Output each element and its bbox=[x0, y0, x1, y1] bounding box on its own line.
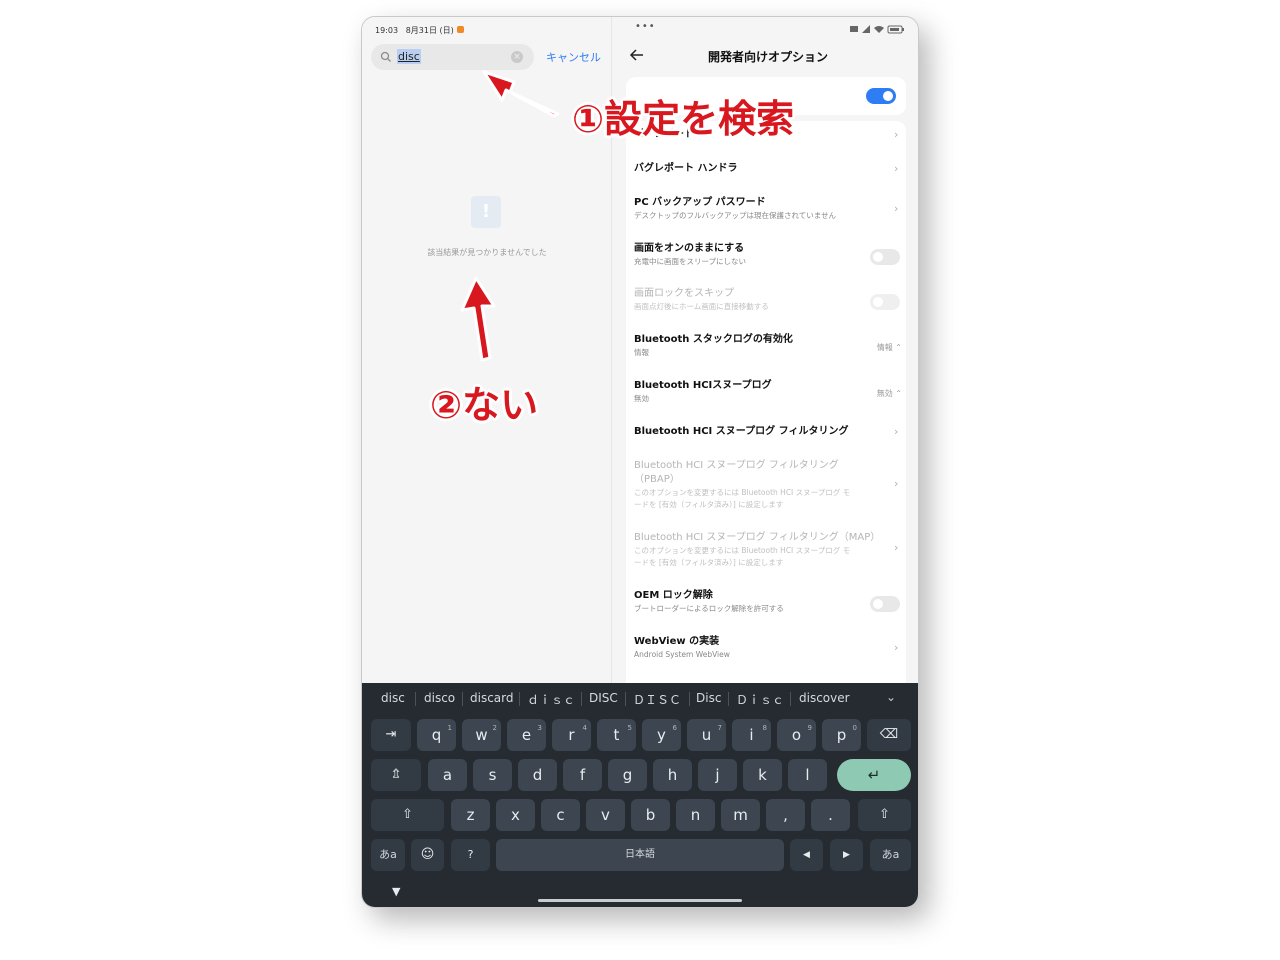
setting-hci-snoop-filtering-map: Bluetooth HCI スヌープログ フィルタリング（MAP） このオプショ… bbox=[634, 531, 902, 569]
annotation-arrow-2 bbox=[460, 276, 496, 362]
suggestion-item[interactable]: Disc bbox=[696, 691, 721, 705]
chevron-right-icon: › bbox=[894, 477, 899, 490]
key-w[interactable]: w2 bbox=[462, 719, 501, 751]
setting-stay-awake[interactable]: 画面をオンのままにする 充電中に画面をスリープにしない bbox=[634, 242, 902, 268]
search-query-text[interactable]: disc bbox=[397, 49, 421, 64]
notification-icon bbox=[457, 26, 464, 33]
key-l[interactable]: l bbox=[788, 759, 827, 791]
setting-skip-lock-screen: 画面ロックをスキップ 画面点灯後にホーム画面に直接移動する bbox=[634, 287, 902, 313]
key-o[interactable]: o9 bbox=[777, 719, 816, 751]
language-switch-key-right[interactable]: あa bbox=[870, 839, 911, 871]
key-b[interactable]: b bbox=[631, 799, 670, 831]
shift-right-key[interactable]: ⇧ bbox=[858, 799, 911, 831]
status-icons bbox=[850, 25, 904, 34]
page-title: 開発者向けオプション bbox=[707, 50, 828, 64]
chevron-right-icon: › bbox=[894, 128, 899, 141]
key-n[interactable]: n bbox=[676, 799, 715, 831]
key-j[interactable]: j bbox=[698, 759, 737, 791]
setting-bluetooth-hci-snoop[interactable]: Bluetooth HCIスヌープログ 無効 無効 ⌃ bbox=[634, 379, 902, 405]
settings-list: バグレポート › バグレポート ハンドラ › PC バックアップ パスワード デ… bbox=[626, 121, 906, 701]
key-h[interactable]: h bbox=[653, 759, 692, 791]
suggestion-item[interactable]: ＤＩＳＣ bbox=[633, 691, 681, 708]
chevron-right-icon: › bbox=[894, 162, 899, 175]
key-z[interactable]: z bbox=[451, 799, 490, 831]
chevron-right-icon: › bbox=[894, 641, 899, 654]
on-screen-keyboard: disc disco discard ｄｉｓｃ DISC ＤＩＳＣ Disc Ｄ… bbox=[362, 683, 918, 907]
key-f[interactable]: f bbox=[563, 759, 602, 791]
no-results-icon: ! bbox=[471, 196, 501, 228]
key-u[interactable]: u7 bbox=[687, 719, 726, 751]
chevron-right-icon: › bbox=[894, 425, 899, 438]
cursor-left-key[interactable]: ◀ bbox=[790, 839, 823, 871]
enter-key[interactable]: ↵ bbox=[837, 759, 911, 791]
suggestion-item[interactable]: disco bbox=[424, 691, 455, 705]
shift-left-key[interactable]: ⇧ bbox=[371, 799, 444, 831]
suggestion-bar: disc disco discard ｄｉｓｃ DISC ＤＩＳＣ Disc Ｄ… bbox=[362, 683, 918, 713]
chevron-right-icon: › bbox=[894, 541, 899, 554]
key-p[interactable]: p0 bbox=[822, 719, 861, 751]
developer-options-master-switch[interactable] bbox=[866, 88, 896, 104]
key-m[interactable]: m bbox=[721, 799, 760, 831]
chevron-right-icon: › bbox=[894, 202, 899, 215]
key-x[interactable]: x bbox=[496, 799, 535, 831]
suggestion-item[interactable]: Ｄｉｓｃ bbox=[736, 691, 784, 708]
emoji-key[interactable]: ☺ bbox=[411, 839, 444, 871]
suggestion-item[interactable]: DISC bbox=[589, 691, 618, 705]
key-comma[interactable]: , bbox=[766, 799, 805, 831]
bluetooth-stack-log-value: 情報 ⌃ bbox=[876, 343, 902, 352]
tablet-screen: 19:03 8月31日 (日) disc × キャンセル ! 該当結果が見つかり… bbox=[361, 16, 919, 908]
key-d[interactable]: d bbox=[518, 759, 557, 791]
suggestion-item[interactable]: discard bbox=[470, 691, 514, 705]
annotation-arrow-1 bbox=[482, 70, 560, 118]
setting-hci-snoop-filtering[interactable]: Bluetooth HCI スヌープログ フィルタリング › bbox=[634, 425, 902, 439]
status-time: 19:03 8月31日 (日) bbox=[375, 26, 454, 35]
shift-lock-key[interactable]: ⇬ bbox=[371, 759, 421, 791]
hide-keyboard-icon[interactable]: ▼ bbox=[392, 885, 400, 898]
setting-oem-unlock[interactable]: OEM ロック解除 ブートローダーによるロック解除を許可する bbox=[634, 589, 902, 615]
key-r[interactable]: r4 bbox=[552, 719, 591, 751]
key-s[interactable]: s bbox=[473, 759, 512, 791]
setting-webview-implementation[interactable]: WebView の実装 Android System WebView › bbox=[634, 635, 902, 661]
skip-lock-screen-switch bbox=[870, 294, 900, 310]
setting-pc-backup-password[interactable]: PC バックアップ パスワード デスクトップのフルバックアップは現在保護されてい… bbox=[634, 196, 902, 222]
stay-awake-switch[interactable] bbox=[870, 249, 900, 265]
gesture-nav-bar[interactable] bbox=[538, 899, 742, 902]
setting-bluetooth-stack-log[interactable]: Bluetooth スタックログの有効化 情報 情報 ⌃ bbox=[634, 333, 902, 359]
bluetooth-hci-snoop-value: 無効 ⌃ bbox=[876, 389, 902, 398]
cursor-right-key[interactable]: ▶ bbox=[830, 839, 863, 871]
annotation-step2: ②ない bbox=[430, 383, 539, 427]
key-v[interactable]: v bbox=[586, 799, 625, 831]
key-t[interactable]: t5 bbox=[597, 719, 636, 751]
oem-unlock-switch[interactable] bbox=[870, 596, 900, 612]
tab-key[interactable]: ⇥ bbox=[371, 719, 411, 751]
search-icon bbox=[380, 51, 391, 62]
backspace-key[interactable]: ⌫ bbox=[867, 719, 911, 751]
setting-hci-snoop-filtering-pbap: Bluetooth HCI スヌープログ フィルタリング （PBAP） このオプ… bbox=[634, 459, 902, 511]
expand-suggestions-icon[interactable]: ⌄ bbox=[886, 690, 896, 704]
more-dots-icon: ••• bbox=[635, 21, 656, 32]
language-switch-key-left[interactable]: あa bbox=[371, 839, 405, 871]
key-e[interactable]: e3 bbox=[507, 719, 546, 751]
key-k[interactable]: k bbox=[743, 759, 782, 791]
key-a[interactable]: a bbox=[428, 759, 467, 791]
key-y[interactable]: y6 bbox=[642, 719, 681, 751]
setting-bug-report-handler[interactable]: バグレポート ハンドラ › bbox=[634, 162, 902, 176]
annotation-step1: ①設定を検索 bbox=[572, 97, 795, 141]
suggestion-item[interactable]: disc bbox=[381, 691, 405, 705]
key-i[interactable]: i8 bbox=[732, 719, 771, 751]
key-c[interactable]: c bbox=[541, 799, 580, 831]
space-key[interactable]: 日本語 bbox=[496, 839, 784, 871]
key-period[interactable]: . bbox=[811, 799, 850, 831]
screenshot-stage: 19:03 8月31日 (日) disc × キャンセル ! 該当結果が見つかり… bbox=[0, 0, 1280, 960]
suggestion-item[interactable]: discover bbox=[799, 691, 850, 705]
suggestion-item[interactable]: ｄｉｓｃ bbox=[527, 691, 575, 708]
no-results-message: 該当結果が見つかりませんでした bbox=[427, 248, 547, 257]
symbol-key[interactable]: ? bbox=[451, 839, 490, 871]
key-q[interactable]: q1 bbox=[417, 719, 456, 751]
key-g[interactable]: g bbox=[608, 759, 647, 791]
